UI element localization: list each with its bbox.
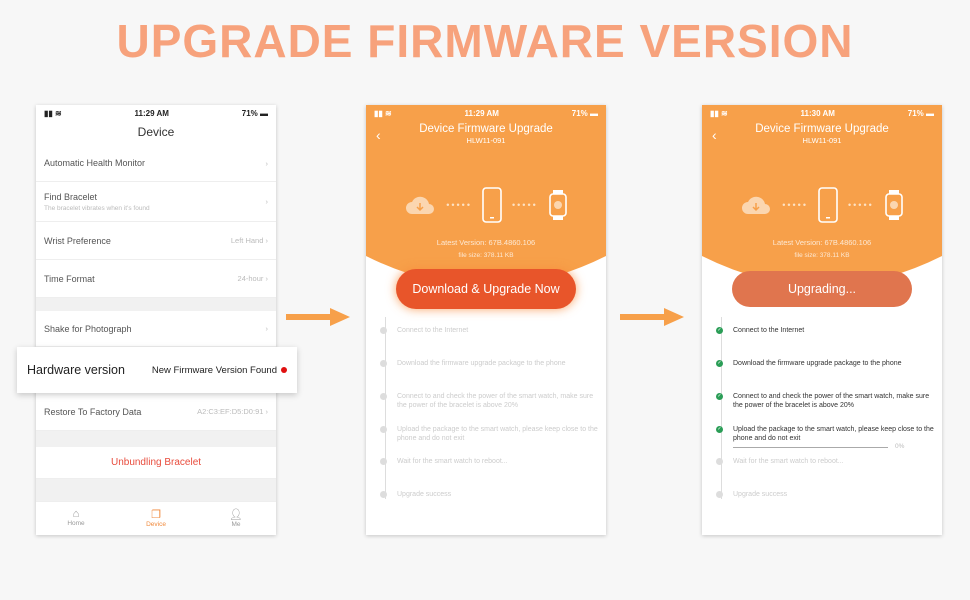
pending-dot-icon xyxy=(380,360,387,367)
pending-dot-icon xyxy=(380,491,387,498)
upgrade-step: Connect to and check the power of the sm… xyxy=(380,392,600,410)
cloud-download-icon xyxy=(742,196,771,214)
upgrade-step: Wait for the smart watch to reboot... xyxy=(380,457,600,466)
row-restore-factory-data[interactable]: Restore To Factory Data A2:C3:EF:D5:D0:91… xyxy=(36,393,276,431)
page-title: Device Firmware Upgrade xyxy=(755,123,889,135)
hardware-version-row[interactable]: Hardware version New Firmware Version Fou… xyxy=(17,347,297,393)
upgrade-header: ▮▮ ≋ 11:30 AM 71% ▬ ‹ Device Firmware Upgr… xyxy=(702,105,942,286)
person-icon: 👤︎ xyxy=(229,509,243,521)
check-icon: ✓ xyxy=(716,426,723,433)
page-title: Device Firmware Upgrade xyxy=(419,123,553,135)
battery-indicator: 71% ▬ xyxy=(241,108,268,118)
chevron-right-icon: › xyxy=(265,324,269,333)
arrow-right-icon xyxy=(286,308,350,326)
signal-icon: ▮▮ ≋ xyxy=(710,108,728,118)
upgrade-step: ✓ Connect to and check the power of the s… xyxy=(716,393,930,409)
upgrade-step: Upgrade success xyxy=(380,490,600,499)
check-icon: ✓ xyxy=(716,393,723,400)
status-time: 11:29 AM xyxy=(134,108,169,118)
pending-dot-icon xyxy=(716,458,723,465)
upgrade-step: Upload the package to the smart watch, p… xyxy=(380,425,600,443)
status-bar: ▮▮ ≋ 11:29 AM 71% ▬ xyxy=(36,105,276,121)
upgrade-step: Connect to the Internet xyxy=(380,326,600,335)
battery-indicator: 71% ▬ xyxy=(907,108,934,118)
tab-me[interactable]: 👤︎ Me xyxy=(196,502,276,535)
row-wrist-preference[interactable]: Wrist Preference Left Hand › xyxy=(36,222,276,260)
signal-icon: ▮▮ ≋ xyxy=(374,108,392,118)
new-firmware-notice: New Firmware Version Found xyxy=(151,364,277,376)
pending-dot-icon xyxy=(380,458,387,465)
status-bar: ▮▮ ≋ 11:30 AM 71% ▬ xyxy=(710,108,934,118)
upload-progress-bar xyxy=(733,447,888,448)
pending-dot-icon xyxy=(380,327,387,334)
device-settings-screen: ▮▮ ≋ 11:29 AM 71% ▬ Device Automatic Healt… xyxy=(36,105,276,535)
alert-dot xyxy=(281,367,287,373)
pending-dot-icon xyxy=(380,426,387,433)
row-automatic-health-monitor[interactable]: Automatic Health Monitor › xyxy=(36,145,276,182)
divider xyxy=(36,298,276,311)
firmware-upgrading-screen: ▮▮ ≋ 11:30 AM 71% ▬ ‹ Device Firmware Upgr… xyxy=(702,105,942,535)
upgrade-step: ✓ Upload the package to the smart watch, … xyxy=(716,426,934,442)
device-model: HLW11-091 xyxy=(466,136,506,145)
row-shake-for-photograph[interactable]: Shake for Photograph › xyxy=(36,311,276,347)
upload-progress-percent: 0% xyxy=(895,443,905,450)
device-model: HLW11-091 xyxy=(802,136,842,145)
upgrading-button[interactable]: Upgrading... xyxy=(732,271,912,307)
back-icon[interactable]: ‹ xyxy=(712,127,717,143)
row-find-bracelet[interactable]: Find Bracelet The bracelet vibrates when … xyxy=(36,182,276,222)
latest-version: Latest Version: 67B.4860.106 xyxy=(436,238,536,247)
tab-device[interactable]: ❐ Device xyxy=(116,502,196,535)
status-bar: ▮▮ ≋ 11:29 AM 71% ▬ xyxy=(374,108,598,118)
upgrade-step: Upgrade success xyxy=(716,490,936,499)
divider xyxy=(36,479,276,501)
smartwatch-icon xyxy=(548,190,567,220)
check-icon: ✓ xyxy=(716,360,723,367)
phone-icon xyxy=(482,187,502,223)
firmware-upgrade-screen: ▮▮ ≋ 11:29 AM 71% ▬ ‹ Device Firmware Upgr… xyxy=(366,105,606,535)
pending-dot-icon xyxy=(380,393,387,400)
unbundling-bracelet-button[interactable]: Unbundling Bracelet xyxy=(36,447,276,479)
upgrade-step: ✓ Download the firmware upgrade package t… xyxy=(716,360,902,367)
tab-bar: ⌂ Home ❐ Device 👤︎ Me xyxy=(36,501,276,535)
download-upgrade-button[interactable]: Download & Upgrade Now xyxy=(396,269,576,309)
chevron-right-icon: › xyxy=(265,197,269,206)
back-icon[interactable]: ‹ xyxy=(376,127,381,143)
chevron-right-icon: › xyxy=(265,158,269,168)
smartwatch-icon xyxy=(884,190,903,220)
arrow-right-icon xyxy=(620,308,684,326)
row-time-format[interactable]: Time Format 24-hour › xyxy=(36,260,276,298)
upgrade-step: Wait for the smart watch to reboot... xyxy=(716,457,936,466)
home-icon: ⌂ xyxy=(72,508,80,520)
divider xyxy=(36,431,276,447)
tab-home[interactable]: ⌂ Home xyxy=(36,502,116,535)
check-icon: ✓ xyxy=(716,327,723,334)
upgrade-step: Download the firmware upgrade package to… xyxy=(380,359,600,368)
latest-version: Latest Version: 67B.4860.106 xyxy=(772,238,872,247)
signal-icon: ▮▮ ≋ xyxy=(44,108,62,118)
pending-dot-icon xyxy=(716,491,723,498)
page-title: Device xyxy=(137,125,175,139)
headline: UPGRADE FIRMWARE VERSION xyxy=(116,15,854,67)
phone-icon xyxy=(818,187,838,223)
cloud-download-icon xyxy=(406,196,435,214)
battery-indicator: 71% ▬ xyxy=(571,108,598,118)
device-icon: ❐ xyxy=(151,509,161,521)
upgrade-step: ✓ Connect to the Internet xyxy=(716,327,805,334)
upgrade-header: ▮▮ ≋ 11:29 AM 71% ▬ ‹ Device Firmware Upgr… xyxy=(366,105,606,286)
